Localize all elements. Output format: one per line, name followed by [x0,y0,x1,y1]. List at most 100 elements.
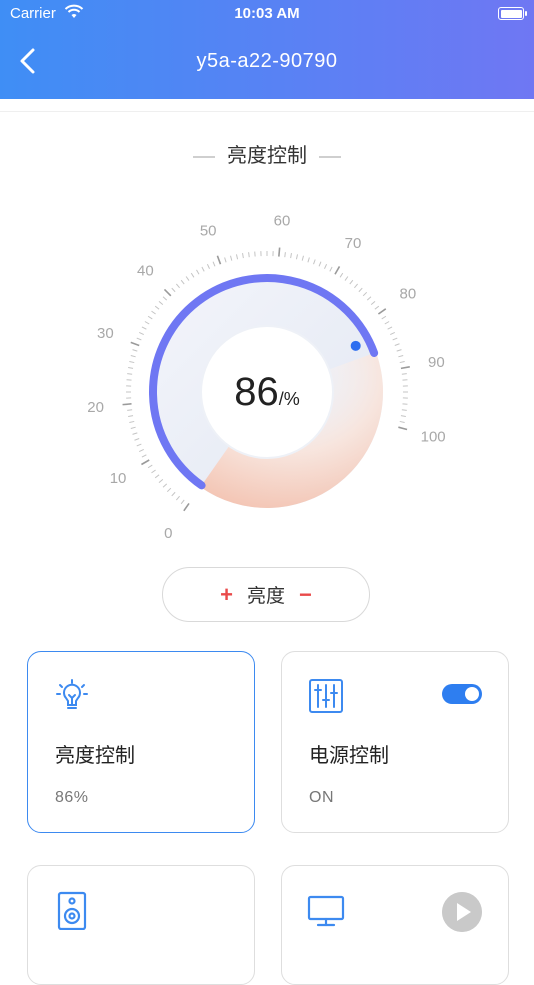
gauge-minor-tick [243,253,244,258]
gauge-tick-label: 0 [164,525,172,542]
gauge-major-tick [398,427,407,429]
gauge-minor-tick [128,368,133,369]
increase-button[interactable]: + [206,582,247,608]
gauge-minor-tick [231,256,232,261]
gauge-minor-tick [148,316,152,319]
gauge-minor-tick [137,444,142,446]
gauge-tick-label: 70 [345,235,362,252]
gauge-minor-tick [163,484,167,487]
gauge-minor-tick [131,356,136,357]
gauge-minor-tick [139,332,144,334]
card-power-control[interactable]: 电源控制 ON [281,651,509,833]
heading-dash-right [319,156,341,158]
gauge-tick-label: 40 [137,262,154,279]
card-display[interactable] [281,865,509,985]
stepper-label: 亮度 [247,581,285,608]
gauge-minor-tick [155,475,159,478]
decrease-button[interactable]: − [285,582,326,608]
power-toggle[interactable] [442,684,482,704]
gauge-minor-tick [375,306,379,309]
gauge-minor-tick [176,284,179,288]
gauge-minor-tick [225,258,227,263]
page-title: y5a-a22-90790 [0,50,534,73]
gauge-minor-tick [137,338,142,340]
card-title: 电源控制 [309,739,389,768]
play-icon[interactable] [442,892,482,932]
gauge-minor-tick [385,322,389,325]
gauge-minor-tick [151,470,155,473]
gauge-minor-tick [340,273,343,277]
gauge-minor-tick [133,433,138,435]
monitor-icon [306,890,346,930]
gauge-major-tick [131,342,139,345]
gauge-minor-tick [390,332,395,334]
gauge-minor-tick [139,449,144,451]
brightness-stepper: + 亮度 − [162,567,370,622]
gauge-minor-tick [371,301,375,304]
status-bar: Carrier 10:03 AM [0,0,534,28]
gauge-major-tick [378,309,385,314]
gauge-minor-tick [400,421,405,422]
gauge-minor-tick [308,258,310,263]
gauge-minor-tick [382,316,386,319]
gauge-minor-tick [330,267,332,271]
gauge-major-tick [335,266,340,274]
card-title: 亮度控制 [55,739,135,768]
equalizer-icon [306,676,346,716]
section-heading: 亮度控制 [0,139,534,168]
gauge-major-tick [279,248,280,257]
gauge-minor-tick [133,350,138,352]
gauge-minor-tick [249,252,250,257]
gauge-minor-tick [202,267,204,271]
gauge-minor-tick [181,500,184,504]
card-speaker[interactable] [27,865,255,985]
gauge-major-tick [164,289,170,295]
gauge-minor-tick [350,280,353,284]
gauge-minor-tick [186,276,189,280]
gauge-minor-tick [129,361,134,362]
app-header: Carrier 10:03 AM y5a-a22-90790 [0,0,534,99]
gauge-minor-tick [167,488,171,492]
heading-dash-left [193,156,215,158]
gauge-minor-tick [367,297,371,300]
gauge-tick-label: 10 [110,470,127,487]
gauge-minor-tick [145,322,149,325]
gauge-minor-tick [354,284,357,288]
gauge-minor-tick [314,260,316,265]
gauge-minor-tick [285,252,286,257]
gauge-tick-label: 50 [200,222,217,239]
toggle-knob [465,687,479,701]
gauge-minor-tick [388,327,392,329]
gauge-minor-tick [400,361,405,362]
gauge-minor-tick [151,311,155,314]
gauge-major-tick [217,256,220,264]
gauge-minor-tick [359,288,362,292]
gauge-handle-dot[interactable] [351,341,361,351]
gauge-minor-tick [197,270,200,274]
battery-icon [498,7,524,20]
gauge-tick-label: 60 [274,213,291,230]
gauge-tick-label: 100 [421,429,446,446]
gauge-minor-tick [296,254,297,259]
gauge-minor-tick [302,256,303,261]
speaker-icon [52,890,92,930]
gauge-minor-tick [397,350,402,352]
gauge-minor-tick [324,264,326,269]
gauge-minor-tick [191,273,194,277]
gauge-minor-tick [142,327,146,329]
gauge-minor-tick [128,416,133,417]
gauge-minor-tick [181,280,184,284]
gauge-minor-tick [401,416,406,417]
card-value: ON [309,789,334,807]
gauge-minor-tick [176,496,179,500]
gauge-minor-tick [131,427,136,428]
gauge-major-tick [184,503,189,510]
gauge-tick-label: 30 [97,325,114,342]
gauge-minor-tick [291,253,292,258]
gauge-minor-tick [163,297,167,300]
gauge-major-tick [401,367,410,369]
gauge-tick-label: 80 [400,285,417,302]
gauge-minor-tick [207,264,209,269]
gauge-minor-tick [363,292,367,296]
card-brightness-control[interactable]: 亮度控制 86% [27,651,255,833]
